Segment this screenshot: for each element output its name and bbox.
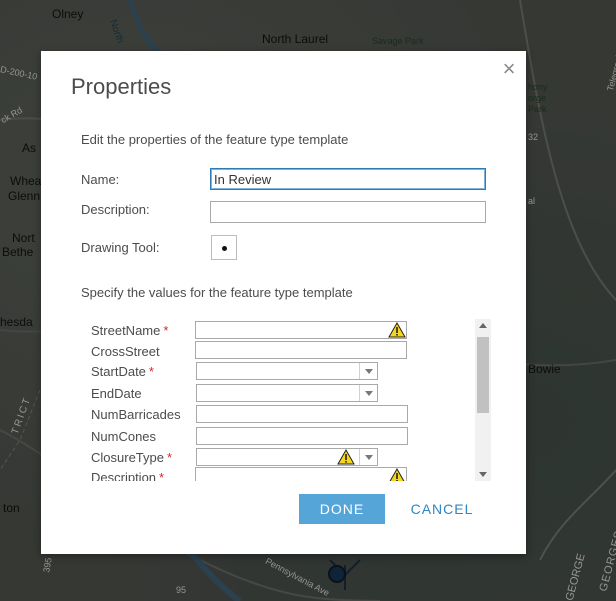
warning-icon: [389, 468, 405, 481]
field-name: ClosureType: [91, 450, 164, 465]
dialog-title: Properties: [71, 74, 172, 99]
field-label-closuretype: ClosureType *: [91, 450, 172, 465]
chevron-down-icon[interactable]: [359, 363, 377, 379]
startdate-input[interactable]: [196, 362, 378, 380]
cancel-button[interactable]: CANCEL: [402, 494, 482, 524]
field-label-streetname: StreetName *: [91, 323, 168, 338]
drawing-tool-label: Drawing Tool:: [81, 240, 160, 255]
attribute-scrollbar[interactable]: [475, 319, 491, 481]
field-name: StartDate: [91, 364, 146, 379]
description-input[interactable]: [210, 201, 486, 223]
drawing-tool-button[interactable]: [211, 235, 237, 260]
streetname-input[interactable]: [195, 321, 407, 339]
required-marker: *: [166, 450, 173, 465]
required-marker: *: [163, 323, 169, 338]
numcones-input[interactable]: [196, 427, 408, 445]
field-label-crossstreet: CrossStreet: [91, 344, 160, 359]
crossstreet-input[interactable]: [195, 341, 407, 359]
field-label-startdate: StartDate *: [91, 364, 154, 379]
field-label-description: Description *: [91, 470, 164, 481]
scroll-down-icon[interactable]: [475, 467, 491, 481]
scroll-thumb[interactable]: [477, 337, 489, 413]
chevron-down-icon[interactable]: [359, 385, 377, 401]
close-icon[interactable]: ×: [500, 58, 518, 80]
field-label-enddate: EndDate: [91, 386, 142, 401]
intro-text: Edit the properties of the feature type …: [81, 132, 349, 147]
field-label-numcones: NumCones: [91, 429, 156, 444]
specify-text: Specify the values for the feature type …: [81, 285, 353, 300]
field-name: CrossStreet: [91, 344, 160, 359]
point-icon: [222, 246, 227, 251]
scroll-up-icon[interactable]: [475, 319, 491, 333]
field-name: EndDate: [91, 386, 142, 401]
numbarricades-input[interactable]: [196, 405, 408, 423]
closuretype-select[interactable]: [196, 448, 378, 466]
field-name: NumCones: [91, 429, 157, 444]
field-label-numbarricades: NumBarricades: [91, 407, 181, 422]
field-name: NumBarricades: [91, 407, 181, 422]
field-name: Description: [91, 470, 157, 481]
required-marker: *: [148, 364, 154, 379]
properties-dialog: Properties × Edit the properties of the …: [41, 51, 526, 554]
chevron-down-icon[interactable]: [359, 449, 377, 465]
warning-icon: [337, 449, 355, 465]
name-label: Name:: [81, 172, 120, 187]
field-name: StreetName: [91, 323, 161, 338]
description-label: Description:: [81, 202, 150, 217]
done-button[interactable]: DONE: [299, 494, 385, 524]
warning-icon: [388, 322, 406, 338]
required-marker: *: [159, 470, 165, 481]
enddate-input[interactable]: [196, 384, 378, 402]
name-input[interactable]: [210, 168, 486, 190]
description-field-input[interactable]: [195, 467, 407, 481]
attribute-list[interactable]: StreetName * CrossStreet StartDate * EndDa…: [81, 319, 491, 481]
